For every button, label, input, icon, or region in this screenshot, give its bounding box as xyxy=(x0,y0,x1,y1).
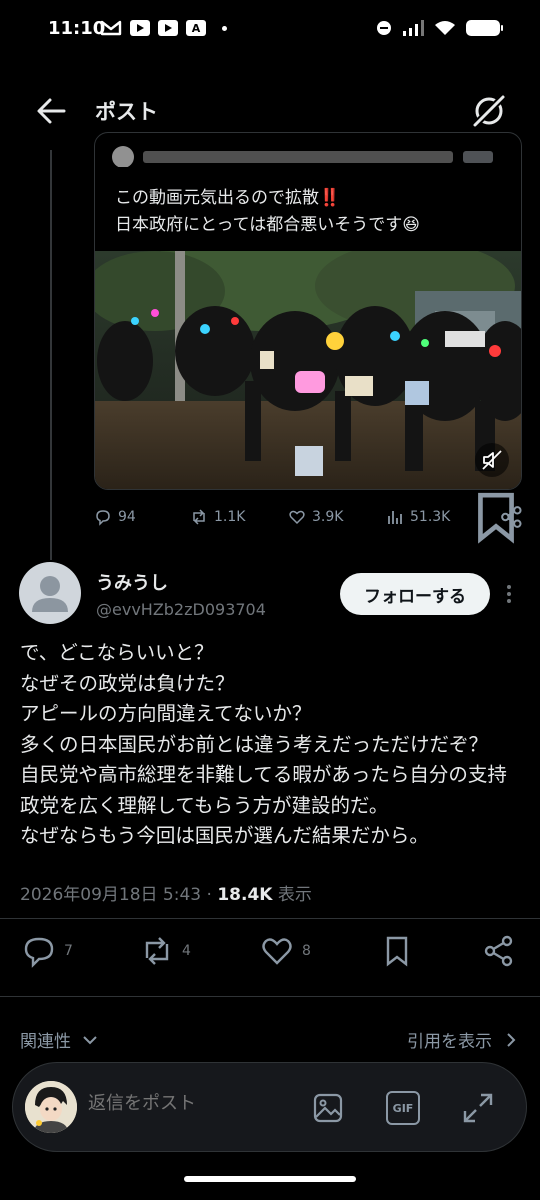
status-bar: 11:10 A xyxy=(0,0,540,62)
author-avatar[interactable] xyxy=(19,562,81,624)
reply-icon xyxy=(96,510,110,526)
repost-action[interactable]: 4 xyxy=(140,934,191,968)
meta-separator: · xyxy=(201,885,218,905)
more-options-icon[interactable] xyxy=(498,582,520,606)
gmail-icon xyxy=(100,20,122,36)
image-icon[interactable] xyxy=(311,1091,345,1125)
page-title: ポスト xyxy=(95,100,158,124)
author-name[interactable]: うみうし xyxy=(96,569,168,595)
signal-icon xyxy=(403,20,424,36)
like-count: 8 xyxy=(302,943,311,959)
quoted-post-header-clipped xyxy=(112,146,493,167)
share-icon[interactable] xyxy=(482,934,516,968)
chevron-down-icon xyxy=(83,1035,97,1044)
thread-connector-line xyxy=(50,150,52,560)
quoted-views-count: 51.3K xyxy=(410,509,451,525)
follow-button[interactable]: フォローする xyxy=(340,573,490,615)
like-action[interactable]: 8 xyxy=(260,934,311,968)
quoted-repost-count: 1.1K xyxy=(214,509,246,525)
quoted-post-video[interactable] xyxy=(95,251,521,489)
quoted-reply-count: 94 xyxy=(118,509,136,525)
reply-composer-bar: GIF xyxy=(12,1062,527,1152)
more-notifications-dot xyxy=(222,25,227,31)
status-notification-icons: A xyxy=(100,20,227,36)
quoted-like-action[interactable]: 3.9K xyxy=(288,508,343,526)
protest-crowd-image xyxy=(95,251,521,489)
post-text: で、どこならいいと？ なぜその政党は負けた？ アピールの方向間違えてないか？ 多… xyxy=(20,641,507,847)
gif-label: GIF xyxy=(392,1101,414,1115)
post-actions: 7 4 8 xyxy=(22,934,522,972)
default-avatar-icon xyxy=(32,576,68,612)
replies-sort-row: 関連性 引用を表示 xyxy=(20,1024,520,1054)
bookmark-icon[interactable] xyxy=(380,934,414,968)
heart-icon xyxy=(289,510,305,525)
view-quotes-label: 引用を表示 xyxy=(407,1032,492,1052)
quoted-reply-action[interactable]: 94 xyxy=(94,508,136,526)
share-icon[interactable] xyxy=(500,505,524,529)
sort-dropdown[interactable]: 関連性 xyxy=(20,1027,99,1052)
quoted-views-action[interactable]: 51.3K xyxy=(386,508,450,526)
author-handle[interactable]: @evvHZb2zD093704 xyxy=(96,600,266,619)
post-view-count: 18.4K xyxy=(217,885,273,905)
divider xyxy=(0,996,540,997)
quoted-post-card[interactable]: この動画元気出るので拡散‼️ 日本政府にとっては都合悪いそうです😆 xyxy=(94,132,522,490)
volume-muted-icon xyxy=(482,450,502,470)
home-indicator[interactable] xyxy=(184,1176,356,1182)
grok-icon[interactable] xyxy=(470,92,508,130)
status-system-icons xyxy=(376,20,503,36)
views-chart-icon xyxy=(388,511,402,524)
my-avatar[interactable] xyxy=(25,1081,77,1133)
post-views-label: 表示 xyxy=(277,885,312,905)
reply-icon xyxy=(24,937,54,968)
quoted-repost-action[interactable]: 1.1K xyxy=(190,508,245,526)
expand-icon[interactable] xyxy=(461,1091,495,1125)
mute-button[interactable] xyxy=(475,443,509,477)
repost-count: 4 xyxy=(182,943,191,959)
repost-icon xyxy=(193,509,205,525)
repost-icon xyxy=(145,937,169,965)
post-timestamp[interactable]: 2026年09月18日 5:43 xyxy=(20,885,201,905)
battery-icon xyxy=(466,20,503,36)
anime-avatar-image xyxy=(25,1081,77,1133)
sort-label: 関連性 xyxy=(20,1032,71,1052)
quoted-post-text: この動画元気出るので拡散‼️ 日本政府にとっては都合悪いそうです😆 xyxy=(115,188,421,235)
reply-count: 7 xyxy=(64,943,73,959)
arrow-left-icon[interactable] xyxy=(34,94,68,128)
wifi-icon xyxy=(435,21,455,35)
reply-action[interactable]: 7 xyxy=(22,934,73,968)
view-quotes-link[interactable]: 引用を表示 xyxy=(407,1027,520,1052)
status-time: 11:10 xyxy=(48,18,106,39)
gif-icon[interactable]: GIF xyxy=(386,1091,420,1125)
font-app-icon: A xyxy=(186,20,206,36)
youtube-icon xyxy=(158,20,178,36)
quoted-post-actions: 94 1.1K 3.9K 51.3K xyxy=(94,492,524,544)
chevron-right-icon xyxy=(507,1032,516,1047)
heart-icon xyxy=(262,938,292,965)
post-metadata: 2026年09月18日 5:43 · 18.4K 表示 xyxy=(20,880,312,905)
quoted-like-count: 3.9K xyxy=(312,509,344,525)
reply-input[interactable] xyxy=(88,1093,268,1114)
divider xyxy=(0,918,540,919)
youtube-icon xyxy=(130,20,150,36)
dnd-icon xyxy=(377,21,391,35)
